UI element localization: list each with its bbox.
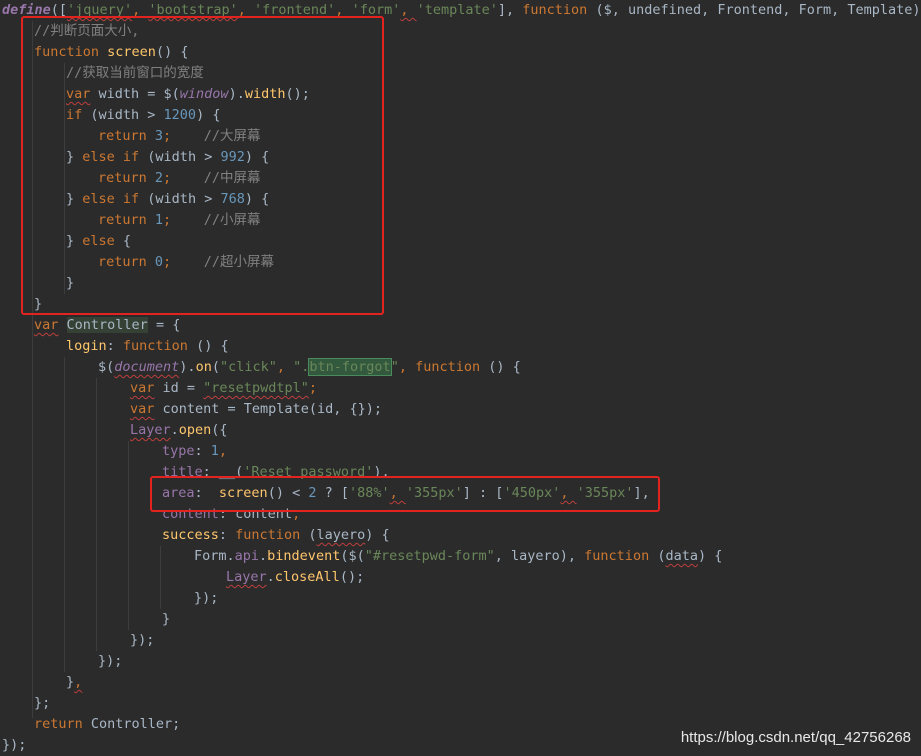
code-line[interactable]: }); [194, 588, 218, 609]
code-line[interactable]: var Controller = { [34, 315, 180, 336]
search-match-highlight[interactable]: btn-forgot [308, 358, 392, 376]
code-line[interactable]: Layer.closeAll(); [226, 567, 364, 588]
watermark-text: https://blog.csdn.net/qq_42756268 [680, 729, 911, 746]
code-line[interactable]: } [162, 609, 170, 630]
indent-guide [96, 378, 97, 651]
code-line[interactable]: login: function () { [66, 336, 229, 357]
code-line[interactable]: Layer.open({ [130, 420, 228, 441]
annotation-box-screen-function [21, 16, 384, 315]
code-line[interactable]: type: 1, [162, 441, 227, 462]
code-line[interactable]: success: function (layero) { [162, 525, 390, 546]
code-line[interactable]: return Controller; [34, 714, 180, 735]
code-line[interactable]: }); [2, 735, 26, 756]
indent-guide [64, 357, 65, 672]
code-line[interactable]: }, [66, 672, 82, 693]
code-line[interactable]: }); [130, 630, 154, 651]
indent-guide [128, 441, 129, 630]
indent-guide [160, 546, 161, 609]
controller-variable[interactable]: Controller [66, 317, 148, 333]
code-line[interactable]: $(document).on("click", ".btn-forgot", f… [98, 357, 521, 378]
code-line[interactable]: Form.api.bindevent($("#resetpwd-form", l… [194, 546, 722, 567]
code-line[interactable]: }; [34, 693, 50, 714]
code-editor[interactable]: define(['jquery', 'bootstrap', 'frontend… [0, 0, 921, 756]
code-line[interactable]: var content = Template(id, {}); [130, 399, 382, 420]
code-line[interactable]: var id = "resetpwdtpl"; [130, 378, 317, 399]
code-line[interactable]: }); [98, 651, 122, 672]
annotation-box-area-line [150, 476, 660, 512]
